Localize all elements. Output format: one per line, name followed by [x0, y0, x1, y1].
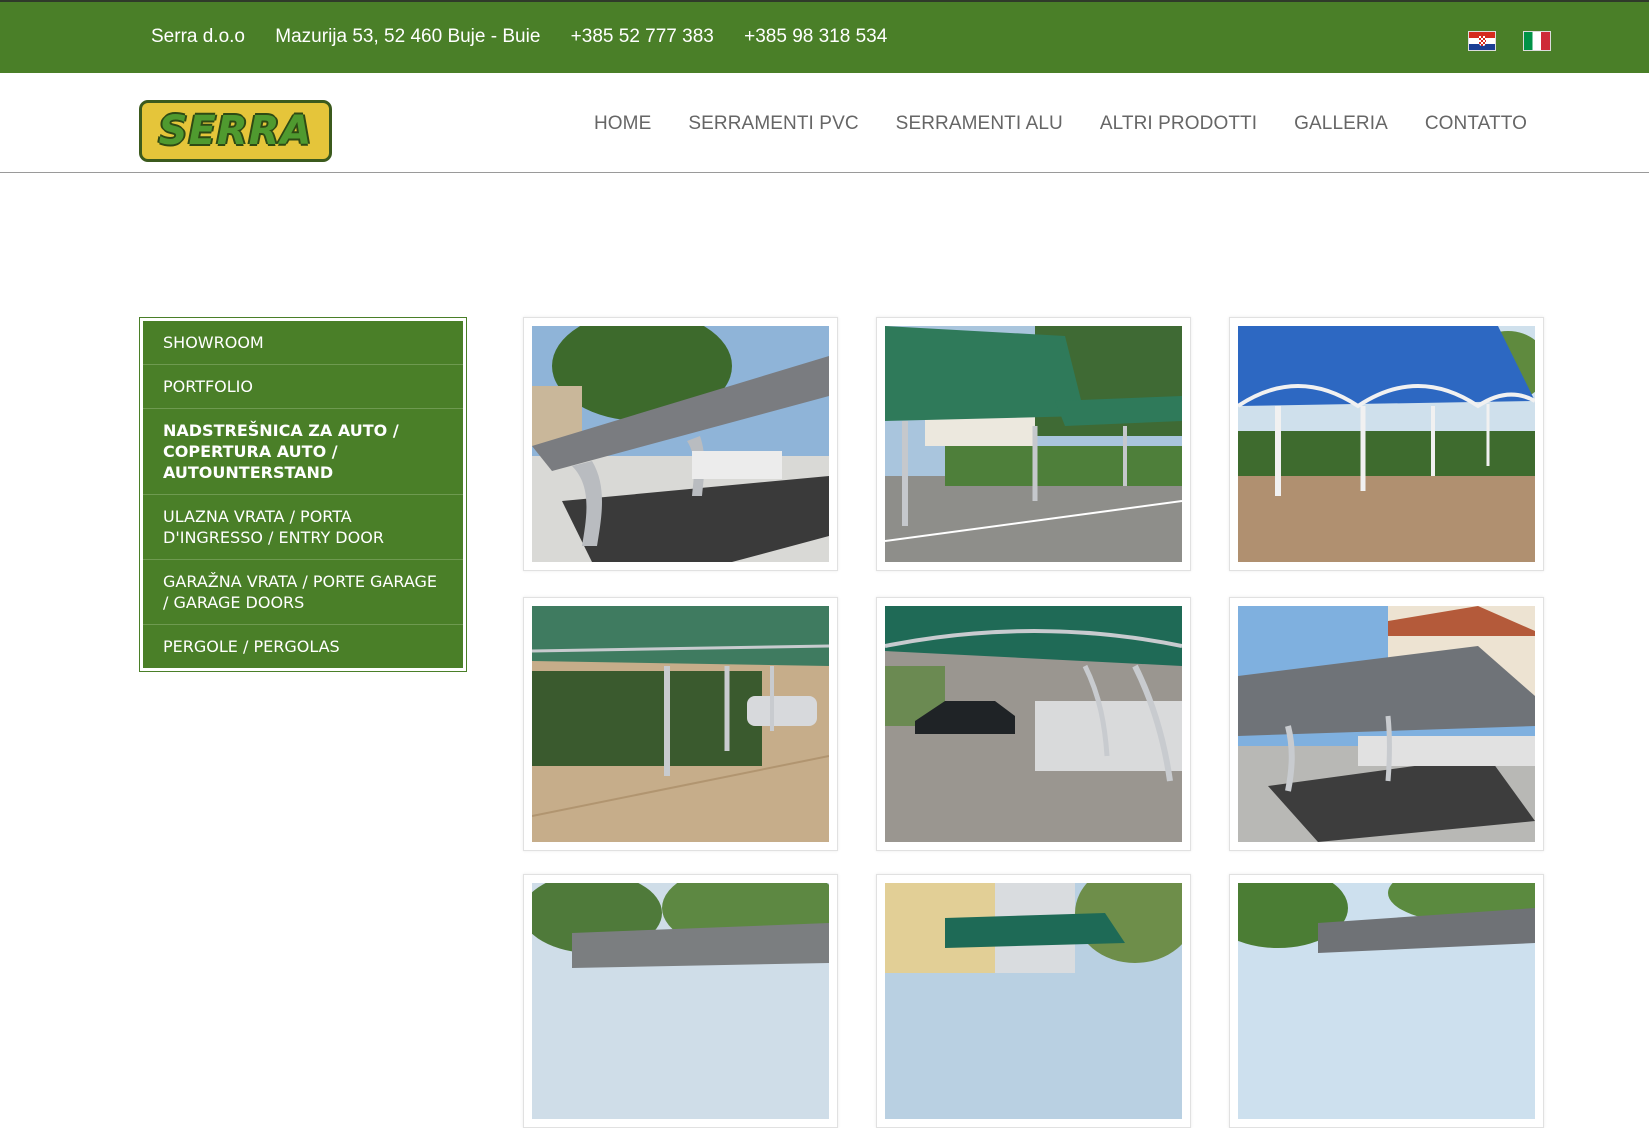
nav-serramenti-alu[interactable]: SERRAMENTI ALU: [896, 113, 1063, 135]
nav-contatto[interactable]: CONTATTO: [1425, 113, 1527, 135]
phone-link-2[interactable]: +385 98 318 534: [744, 26, 887, 47]
carport-photo: [1238, 606, 1535, 842]
italian-flag-icon[interactable]: [1523, 31, 1551, 51]
sidebar-item-carport[interactable]: NADSTREŠNICA ZA AUTO / COPERTURA AUTO / …: [143, 409, 463, 495]
phone-link-1[interactable]: +385 52 777 383: [571, 26, 714, 47]
gallery-thumb[interactable]: [1229, 317, 1544, 571]
croatian-flag-icon[interactable]: [1468, 31, 1496, 51]
sidebar-item-entry-door[interactable]: ULAZNA VRATA / PORTA D'INGRESSO / ENTRY …: [143, 495, 463, 560]
company-address: Mazurija 53, 52 460 Buje - Buie: [275, 26, 541, 47]
carport-photo: [1238, 883, 1535, 1119]
carport-photo: [532, 606, 829, 842]
gallery-thumb[interactable]: [876, 874, 1191, 1128]
gallery-thumb[interactable]: [1229, 597, 1544, 851]
carport-photo: [885, 883, 1182, 1119]
top-contact-bar: Serra d.o.o Mazurija 53, 52 460 Buje - B…: [0, 0, 1649, 73]
gallery-thumb[interactable]: [523, 874, 838, 1128]
nav-serramenti-pvc[interactable]: SERRAMENTI PVC: [688, 113, 858, 135]
sidebar-item-garage-doors[interactable]: GARAŽNA VRATA / PORTE GARAGE / GARAGE DO…: [143, 560, 463, 625]
carport-photo: [532, 326, 829, 562]
nav-galleria[interactable]: GALLERIA: [1294, 113, 1388, 135]
gallery-thumb[interactable]: [523, 317, 838, 571]
carport-photo: [532, 883, 829, 1119]
site-header: SERRA HOME SERRAMENTI PVC SERRAMENTI ALU…: [0, 73, 1649, 173]
company-name: Serra d.o.o: [151, 26, 245, 47]
carport-photo: [885, 606, 1182, 842]
category-sidebar: SHOWROOM PORTFOLIO NADSTREŠNICA ZA AUTO …: [139, 317, 467, 672]
logo-text: SERRA: [158, 108, 313, 154]
gallery-thumb[interactable]: [876, 597, 1191, 851]
sidebar-item-pergolas[interactable]: PERGOLE / PERGOLAS: [143, 625, 463, 668]
sidebar-item-showroom[interactable]: SHOWROOM: [143, 321, 463, 365]
nav-altri-prodotti[interactable]: ALTRI PRODOTTI: [1100, 113, 1257, 135]
gallery-thumb[interactable]: [523, 597, 838, 851]
contact-info: Serra d.o.o Mazurija 53, 52 460 Buje - B…: [151, 26, 912, 48]
carport-photo: [1238, 326, 1535, 562]
nav-home[interactable]: HOME: [594, 113, 651, 135]
sidebar-item-portfolio[interactable]: PORTFOLIO: [143, 365, 463, 409]
carport-photo: [885, 326, 1182, 562]
main-navigation: HOME SERRAMENTI PVC SERRAMENTI ALU ALTRI…: [557, 113, 1527, 135]
gallery-thumb[interactable]: [1229, 874, 1544, 1128]
serra-logo[interactable]: SERRA: [139, 100, 332, 162]
gallery-thumb[interactable]: [876, 317, 1191, 571]
